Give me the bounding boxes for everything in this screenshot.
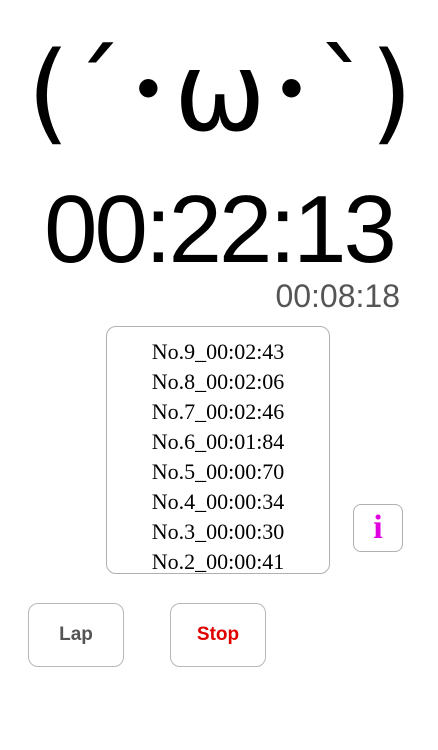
list-item: No.3_00:00:30: [151, 519, 285, 544]
info-icon: i: [373, 509, 383, 546]
list-item: No.9_00:02:43: [151, 339, 285, 364]
info-button[interactable]: i: [353, 504, 403, 552]
lap-button-label: Lap: [59, 624, 93, 645]
current-lap-timer: 00:08:18: [275, 278, 400, 314]
list-item: No.4_00:00:34: [151, 489, 285, 514]
list-item: No.6_00:01:84: [151, 429, 285, 454]
list-item: No.2_00:00:41: [151, 549, 285, 574]
list-item: No.7_00:02:46: [151, 399, 285, 424]
main-timer: 00:22:13: [44, 176, 397, 283]
lap-button[interactable]: Lap: [28, 603, 124, 667]
list-item: No.8_00:02:06: [151, 369, 285, 394]
lap-list[interactable]: No.9_00:02:43 No.8_00:02:06 No.7_00:02:4…: [106, 326, 330, 574]
list-item: No.5_00:00:70: [151, 459, 285, 484]
stop-button[interactable]: Stop: [170, 603, 266, 667]
stop-button-label: Stop: [196, 624, 240, 645]
kaomoji-face: (´･ω･`): [27, 28, 413, 156]
